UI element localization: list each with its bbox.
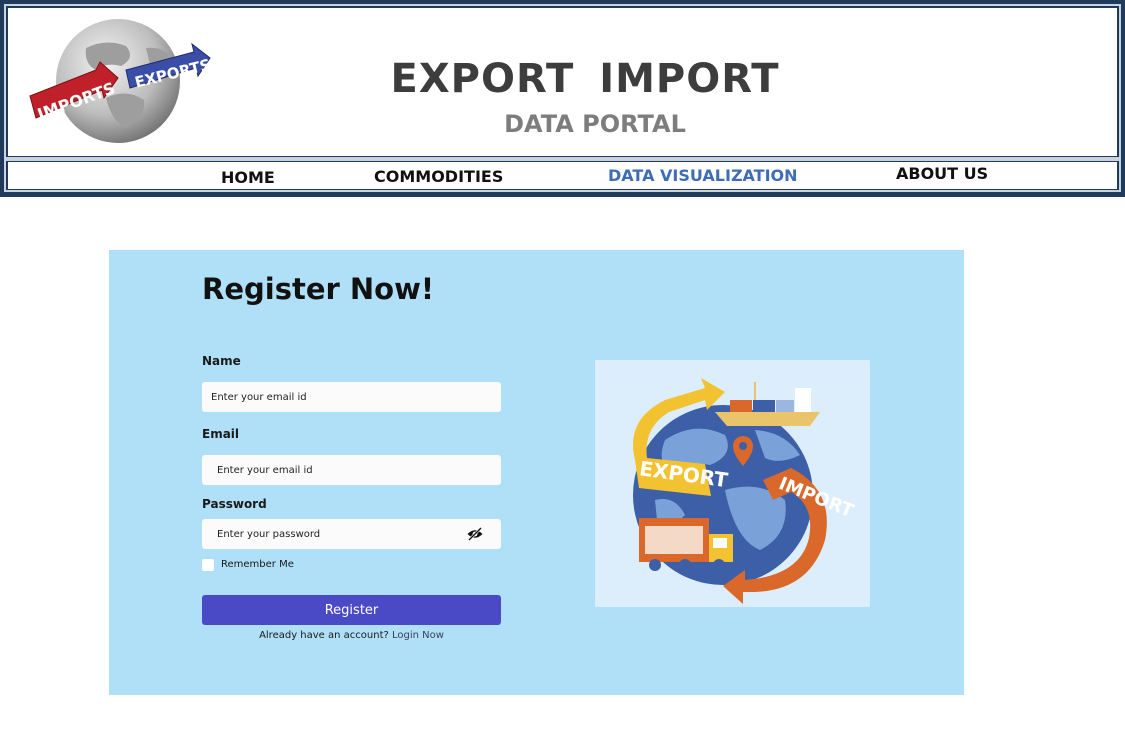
email-label: Email xyxy=(202,427,240,441)
password-label: Password xyxy=(202,497,267,511)
remember-me-checkbox[interactable] xyxy=(202,559,214,571)
eye-slash-icon[interactable] xyxy=(466,526,484,542)
nav-home[interactable]: HOME xyxy=(221,168,275,187)
email-input[interactable] xyxy=(202,455,501,485)
nav-about-us[interactable]: ABOUT US xyxy=(896,164,988,183)
register-panel: Register Now! Name Email Password Rememb… xyxy=(109,250,964,695)
page: IMPORTS EXPORTS EXPORT IMPORT DATA PORTA… xyxy=(0,0,1125,750)
site-subtitle: DATA PORTAL xyxy=(504,110,686,138)
name-input[interactable] xyxy=(202,382,501,412)
login-now-link[interactable]: Login Now xyxy=(392,630,444,641)
nav-data-visualization[interactable]: DATA VISUALIZATION xyxy=(608,166,798,185)
export-import-illustration: EXPORT IMPORT xyxy=(595,360,870,607)
register-button[interactable]: Register xyxy=(202,595,501,625)
register-title: Register Now! xyxy=(202,272,435,306)
imports-exports-logo: IMPORTS EXPORTS xyxy=(29,19,213,143)
password-input[interactable] xyxy=(202,519,501,549)
login-prompt-text: Already have an account? xyxy=(259,630,389,641)
site-title: EXPORT IMPORT xyxy=(390,56,780,102)
login-prompt: Already have an account? Login Now xyxy=(202,630,501,641)
remember-me-label: Remember Me xyxy=(221,559,294,570)
nav-commodities[interactable]: COMMODITIES xyxy=(374,167,503,186)
name-label: Name xyxy=(202,354,241,368)
